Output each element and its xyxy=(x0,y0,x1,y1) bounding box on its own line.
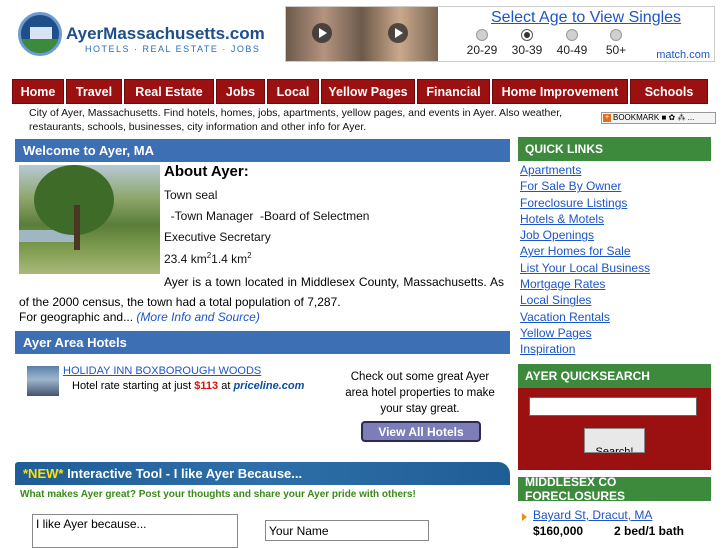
list-item: Hotels & Motels xyxy=(520,212,650,228)
quick-link-vacation[interactable]: Vacation Rentals xyxy=(520,310,610,324)
radio-selected-icon[interactable] xyxy=(521,29,533,41)
hotels-heading: Ayer Area Hotels xyxy=(15,331,510,354)
quick-link-homes[interactable]: Ayer Homes for Sale xyxy=(520,244,631,258)
quick-link-foreclosures[interactable]: Foreclosure Listings xyxy=(520,196,627,210)
site-name[interactable]: AyerMassachusetts.com xyxy=(66,24,265,44)
quicksearch-heading: AYER QUICKSEARCH xyxy=(518,364,711,388)
about-line: -Town Manager -Board of Selectmen xyxy=(164,209,370,223)
age-option[interactable]: 50+ xyxy=(596,29,636,57)
list-item: Local Singles xyxy=(520,293,650,309)
list-item: Foreclosure Listings xyxy=(520,196,650,212)
play-icon[interactable] xyxy=(388,23,408,43)
your-name-input[interactable] xyxy=(265,520,429,541)
quick-link-fsbo[interactable]: For Sale By Owner xyxy=(520,179,621,193)
new-badge: *NEW* xyxy=(23,466,64,481)
bookmark-button[interactable]: + BOOKMARK ■ ✿ ⁂ ... xyxy=(601,112,716,124)
view-all-hotels-button[interactable]: View All Hotels xyxy=(361,421,481,442)
list-item: Job Openings xyxy=(520,228,650,244)
list-item: List Your Local Business xyxy=(520,261,650,277)
quick-link-apartments[interactable]: Apartments xyxy=(520,163,581,177)
i-like-ayer-textarea[interactable]: I like Ayer because... xyxy=(32,514,238,548)
list-item: Yellow Pages xyxy=(520,326,650,342)
ad-headline-link[interactable]: Select Age to View Singles xyxy=(491,9,681,27)
about-more: For geographic and... (More Info and Sou… xyxy=(19,310,260,324)
interactive-tool-heading: *NEW* Interactive Tool - I like Ayer Bec… xyxy=(15,462,510,485)
hotel-thumbnail[interactable] xyxy=(27,366,59,396)
nav-home-improvement[interactable]: Home Improvement xyxy=(492,79,628,104)
tool-subtitle: What makes Ayer great? Post your thought… xyxy=(20,489,416,500)
hotel-link[interactable]: HOLIDAY INN BOXBOROUGH WOODS xyxy=(63,365,261,377)
intro-text: City of Ayer, Massachusetts. Find hotels… xyxy=(29,107,563,133)
foreclosure-listing-link[interactable]: Bayard St, Dracut, MA xyxy=(533,508,652,522)
foreclosure-price: $160,000 xyxy=(533,524,584,538)
list-item: Inspiration xyxy=(520,342,650,358)
radio-icon[interactable] xyxy=(566,29,578,41)
search-button[interactable]: Search! xyxy=(584,428,645,453)
list-item: For Sale By Owner xyxy=(520,179,650,195)
quick-link-mortgage[interactable]: Mortgage Rates xyxy=(520,277,605,291)
quick-links-list: Apartments For Sale By Owner Foreclosure… xyxy=(520,163,650,359)
ad-brand-logo[interactable]: match.com xyxy=(656,49,710,61)
nav-real-estate[interactable]: Real Estate xyxy=(124,79,214,104)
more-info-link[interactable]: (More Info and Source) xyxy=(136,310,259,324)
about-line: Executive Secretary xyxy=(164,230,271,244)
quick-link-inspiration[interactable]: Inspiration xyxy=(520,342,575,356)
about-heading: About Ayer: xyxy=(164,163,249,180)
age-option[interactable]: 30-39 xyxy=(507,29,547,57)
hotel-price: $113 xyxy=(194,380,219,392)
nav-jobs[interactable]: Jobs xyxy=(216,79,265,104)
welcome-heading: Welcome to Ayer, MA xyxy=(15,139,510,162)
hotel-rate: Hotel rate starting at just $113 at pric… xyxy=(72,380,305,392)
nav-schools[interactable]: Schools xyxy=(630,79,708,104)
foreclosures-heading: MIDDLESEX CO FORECLOSURES xyxy=(518,475,711,503)
quick-link-hotels[interactable]: Hotels & Motels xyxy=(520,212,604,226)
foreclosure-beds: 2 bed/1 bath xyxy=(614,524,685,538)
hotel-cta-text: Check out some great Ayer area hotel pro… xyxy=(345,371,495,415)
ayer-photo xyxy=(19,165,160,274)
quicksearch-input[interactable] xyxy=(529,397,697,416)
site-tagline: HOTELS · REAL ESTATE · JOBS xyxy=(85,44,261,54)
match-ad-banner[interactable]: Select Age to View Singles 20-29 30-39 4… xyxy=(285,6,715,62)
list-item: Vacation Rentals xyxy=(520,310,650,326)
radio-icon[interactable] xyxy=(610,29,622,41)
about-paragraph: Ayer is a town located in Middlesex Coun… xyxy=(19,275,504,309)
quick-link-singles[interactable]: Local Singles xyxy=(520,293,591,307)
age-option[interactable]: 40-49 xyxy=(552,29,592,57)
list-item: Apartments xyxy=(520,163,650,179)
nav-home[interactable]: Home xyxy=(12,79,64,104)
radio-icon[interactable] xyxy=(476,29,488,41)
ad-photo[interactable] xyxy=(286,7,438,61)
quick-link-list-business[interactable]: List Your Local Business xyxy=(520,261,650,275)
main-nav: Home Travel Real Estate Jobs Local Yello… xyxy=(12,79,712,104)
nav-local[interactable]: Local xyxy=(267,79,319,104)
priceline-logo[interactable]: priceline.com xyxy=(233,380,304,392)
list-item: Mortgage Rates xyxy=(520,277,650,293)
quick-link-jobs[interactable]: Job Openings xyxy=(520,228,594,242)
arrow-right-icon xyxy=(522,513,527,521)
about-line: Town seal xyxy=(164,188,218,202)
play-icon[interactable] xyxy=(312,23,332,43)
about-area: 23.4 km21.4 km2 xyxy=(164,251,252,266)
site-logo-icon[interactable] xyxy=(18,12,62,56)
share-icons: ■ ✿ ⁂ ... xyxy=(661,113,695,122)
plus-icon: + xyxy=(603,114,611,122)
nav-travel[interactable]: Travel xyxy=(66,79,122,104)
quick-links-heading: QUICK LINKS xyxy=(518,137,711,161)
list-item: Ayer Homes for Sale xyxy=(520,244,650,260)
quick-link-yellow-pages[interactable]: Yellow Pages xyxy=(520,326,592,340)
age-option[interactable]: 20-29 xyxy=(462,29,502,57)
nav-financial[interactable]: Financial xyxy=(417,79,490,104)
nav-yellow-pages[interactable]: Yellow Pages xyxy=(321,79,415,104)
